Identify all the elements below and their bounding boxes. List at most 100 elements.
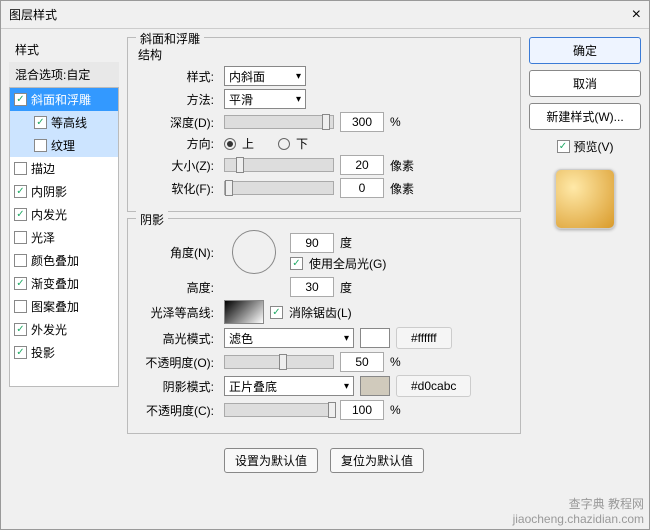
set-default-button[interactable]: 设置为默认值 <box>224 448 318 473</box>
style-list: ✓ 斜面和浮雕 ✓ 等高线纹理描边 ✓ 内阴影 ✓ 内发光光泽颜色叠加 ✓渐变叠加图案叠加 ✓ 外发… <box>9 87 119 387</box>
angle-input[interactable] <box>290 233 334 253</box>
soften-slider[interactable] <box>224 181 334 195</box>
style-label: 斜面和浮雕 <box>31 91 91 108</box>
titlebar: 图层样式 × <box>1 1 649 29</box>
up-label: 上 <box>242 135 254 152</box>
angle-label: 角度(N): <box>138 244 218 261</box>
depth-label: 深度(D): <box>138 114 218 131</box>
layer-style-dialog: 图层样式 × 样式 混合选项:自定 ✓ 斜面和浮雕 ✓ 等高线纹理描边 ✓ 内阴影 ✓ 内发光… <box>0 0 650 530</box>
down-label: 下 <box>296 135 308 152</box>
style-label: 投影 <box>31 344 55 361</box>
highlight-mode-label: 高光模式: <box>138 330 218 347</box>
shading-groupbox: 阴影 角度(N): 度 ✓ 使用全局光(G) <box>127 218 521 434</box>
watermark: 查字典 教程网 jiaocheng.chazidian.com <box>513 497 644 526</box>
cancel-button[interactable]: 取消 <box>529 70 641 97</box>
blend-options[interactable]: 混合选项:自定 <box>9 62 119 87</box>
direction-up-radio[interactable] <box>224 138 236 150</box>
shadow-color-swatch[interactable] <box>360 376 390 396</box>
bevel-groupbox: 斜面和浮雕 结构 样式: 内斜面 方法: 平滑 深度(D): % 方向: <box>127 37 521 212</box>
depth-input[interactable] <box>340 112 384 132</box>
method-combo[interactable]: 平滑 <box>224 89 306 109</box>
h-opacity-input[interactable] <box>340 352 384 372</box>
ok-button[interactable]: 确定 <box>529 37 641 64</box>
style-label: 等高线 <box>51 114 87 131</box>
style-label: 光泽 <box>31 229 55 246</box>
style-checkbox[interactable]: ✓ <box>14 323 27 336</box>
s-opacity-slider[interactable] <box>224 403 334 417</box>
preview-thumbnail <box>555 169 615 229</box>
style-checkbox[interactable] <box>14 162 27 175</box>
style-label: 描边 <box>31 160 55 177</box>
style-checkbox[interactable]: ✓ <box>14 277 27 290</box>
h-opacity-label: 不透明度(O): <box>138 354 218 371</box>
style-item[interactable]: ✓ 投影 <box>10 341 118 364</box>
gloss-label: 光泽等高线: <box>138 304 218 321</box>
reset-default-button[interactable]: 复位为默认值 <box>330 448 424 473</box>
style-checkbox[interactable] <box>34 139 47 152</box>
soften-unit: 像素 <box>390 180 414 197</box>
dialog-title: 图层样式 <box>9 6 632 23</box>
style-checkbox[interactable]: ✓ <box>14 346 27 359</box>
style-checkbox[interactable]: ✓ <box>34 116 47 129</box>
angle-unit: 度 <box>340 234 352 251</box>
direction-down-radio[interactable] <box>278 138 290 150</box>
style-combo[interactable]: 内斜面 <box>224 66 306 86</box>
style-label: 内发光 <box>31 206 67 223</box>
style-label: 内阴影 <box>31 183 67 200</box>
style-item[interactable]: 颜色叠加 <box>10 249 118 272</box>
left-panel: 样式 混合选项:自定 ✓斜面和浮雕✓等高线纹理描边✓内阴影✓内发光光泽颜色叠加✓… <box>9 37 119 521</box>
preview-label: 预览(V) <box>574 138 614 155</box>
preview-checkbox[interactable]: ✓ <box>557 140 570 153</box>
style-label: 图案叠加 <box>31 298 79 315</box>
bevel-title: 斜面和浮雕 <box>136 30 204 47</box>
size-input[interactable] <box>340 155 384 175</box>
style-label: 颜色叠加 <box>31 252 79 269</box>
new-style-button[interactable]: 新建样式(W)... <box>529 103 641 130</box>
depth-slider[interactable] <box>224 115 334 129</box>
style-label: 样式: <box>138 68 218 85</box>
center-panel: 斜面和浮雕 结构 样式: 内斜面 方法: 平滑 深度(D): % 方向: <box>127 37 521 521</box>
s-opacity-input[interactable] <box>340 400 384 420</box>
highlight-hex: #ffffff <box>396 327 452 349</box>
soften-label: 软化(F): <box>138 180 218 197</box>
style-item[interactable]: ✓ 斜面和浮雕 <box>10 88 118 111</box>
style-item[interactable]: ✓ 内发光 <box>10 203 118 226</box>
angle-dial[interactable] <box>232 230 276 274</box>
styles-heading: 样式 <box>9 37 119 62</box>
depth-unit: % <box>390 115 401 129</box>
style-item[interactable]: 光泽 <box>10 226 118 249</box>
style-item[interactable]: 纹理 <box>10 134 118 157</box>
h-opacity-slider[interactable] <box>224 355 334 369</box>
global-light-checkbox[interactable]: ✓ <box>290 257 303 270</box>
style-item[interactable]: ✓ 内阴影 <box>10 180 118 203</box>
style-checkbox[interactable]: ✓ <box>14 208 27 221</box>
style-checkbox[interactable] <box>14 254 27 267</box>
gloss-contour-picker[interactable] <box>224 300 264 324</box>
close-icon[interactable]: × <box>632 6 641 24</box>
right-panel: 确定 取消 新建样式(W)... ✓ 预览(V) <box>529 37 641 521</box>
shadow-mode-label: 阴影模式: <box>138 378 218 395</box>
style-checkbox[interactable]: ✓ <box>14 185 27 198</box>
style-checkbox[interactable] <box>14 300 27 313</box>
shadow-hex: #d0cabc <box>396 375 471 397</box>
antialias-checkbox[interactable]: ✓ <box>270 306 283 319</box>
style-checkbox[interactable] <box>14 231 27 244</box>
style-item[interactable]: 描边 <box>10 157 118 180</box>
shading-title: 阴影 <box>136 211 168 228</box>
antialias-label: 消除锯齿(L) <box>289 304 352 321</box>
style-item[interactable]: 图案叠加 <box>10 295 118 318</box>
style-item[interactable]: ✓ 外发光 <box>10 318 118 341</box>
highlight-mode-combo[interactable]: 滤色 <box>224 328 354 348</box>
style-label: 外发光 <box>31 321 67 338</box>
content: 样式 混合选项:自定 ✓斜面和浮雕✓等高线纹理描边✓内阴影✓内发光光泽颜色叠加✓… <box>1 29 649 529</box>
direction-label: 方向: <box>138 135 218 152</box>
shadow-mode-combo[interactable]: 正片叠底 <box>224 376 354 396</box>
altitude-input[interactable] <box>290 277 334 297</box>
altitude-unit: 度 <box>340 279 352 296</box>
soften-input[interactable] <box>340 178 384 198</box>
size-slider[interactable] <box>224 158 334 172</box>
style-checkbox[interactable]: ✓ <box>14 93 27 106</box>
highlight-color-swatch[interactable] <box>360 328 390 348</box>
style-item[interactable]: ✓渐变叠加 <box>10 272 118 295</box>
style-item[interactable]: ✓ 等高线 <box>10 111 118 134</box>
